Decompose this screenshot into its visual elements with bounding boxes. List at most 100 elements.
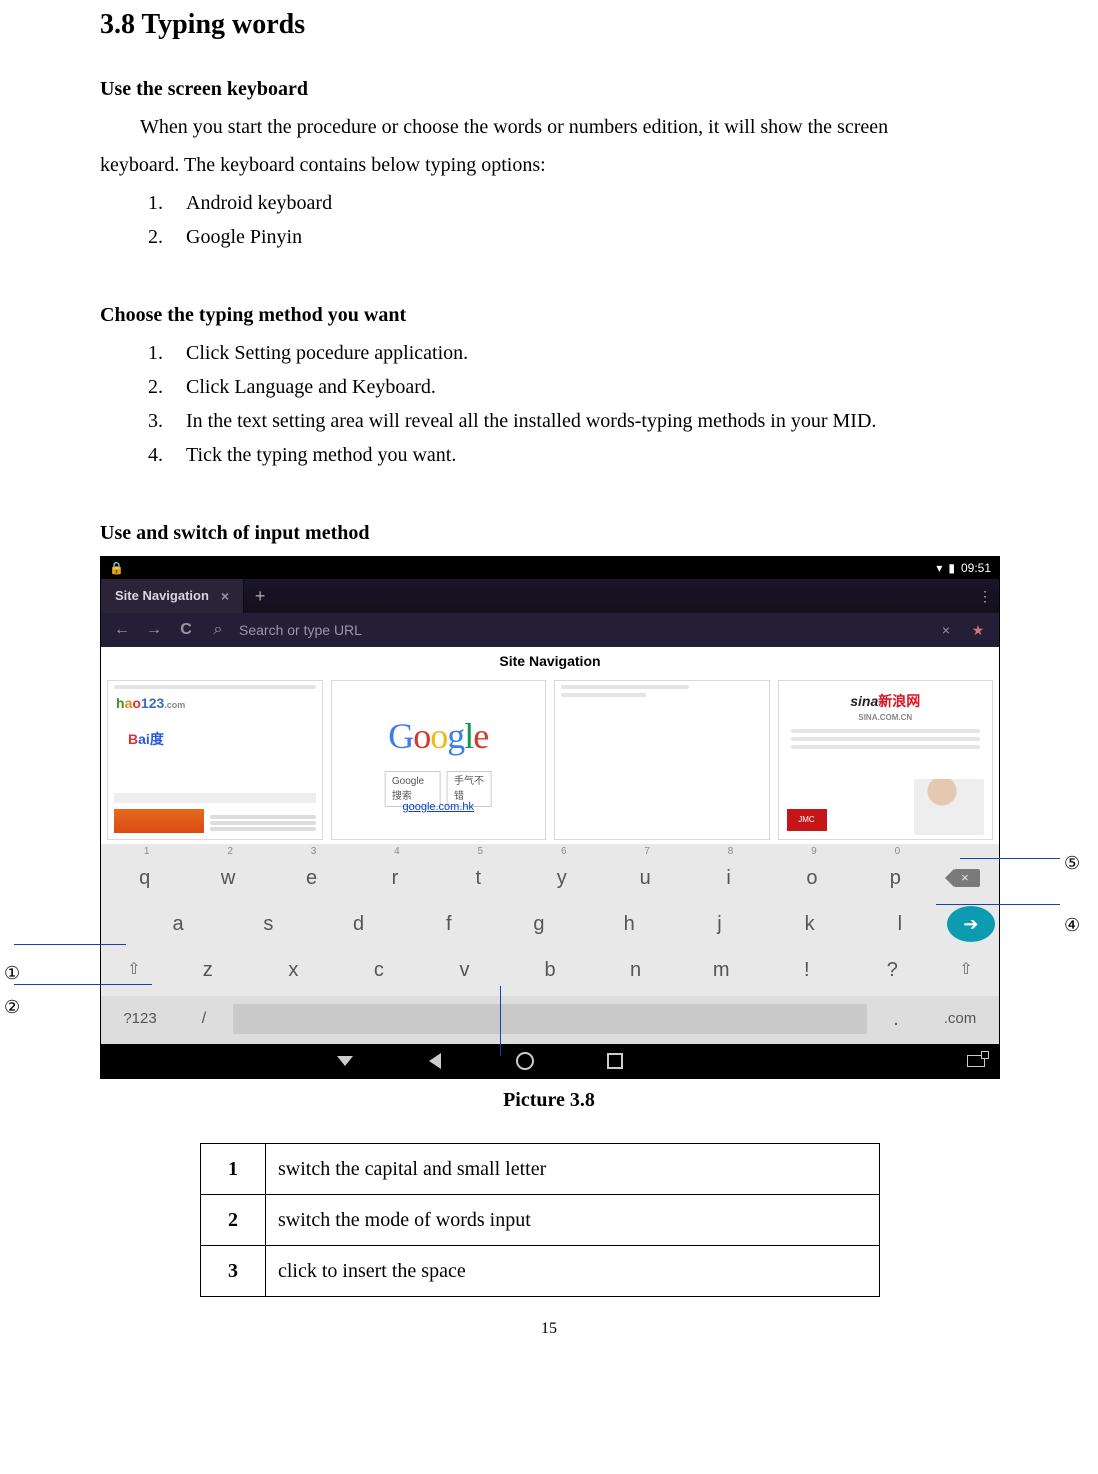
back-icon[interactable]: ←: [111, 618, 133, 642]
key-mode-switch[interactable]: ?123: [105, 1000, 175, 1038]
callout-2: ②: [4, 994, 20, 1021]
table-desc: click to insert the space: [266, 1246, 880, 1297]
key-u[interactable]: u: [605, 858, 684, 898]
key-m[interactable]: m: [680, 950, 762, 990]
key-k[interactable]: k: [767, 904, 853, 944]
google-logo: Google: [332, 709, 546, 763]
forward-icon[interactable]: →: [143, 618, 165, 642]
key-w[interactable]: w: [188, 858, 267, 898]
key-exclaim[interactable]: !: [766, 950, 848, 990]
key-j[interactable]: j: [676, 904, 762, 944]
key-r[interactable]: r: [355, 858, 434, 898]
reload-icon[interactable]: C: [175, 618, 197, 642]
key-dotcom[interactable]: .com: [925, 1000, 995, 1038]
nav-home-icon[interactable]: [515, 1051, 535, 1071]
nav-pip-icon[interactable]: [967, 1055, 985, 1067]
nav-down-icon[interactable]: [335, 1051, 355, 1071]
browser-tab[interactable]: Site Navigation ×: [101, 579, 244, 613]
table-row: 1 switch the capital and small letter: [201, 1144, 880, 1195]
key-shift-right[interactable]: ⇧: [937, 950, 995, 990]
close-tab-icon[interactable]: ×: [221, 586, 229, 607]
clear-url-icon[interactable]: ×: [935, 620, 957, 641]
wifi-icon: ▾: [936, 559, 942, 577]
key-g[interactable]: g: [496, 904, 582, 944]
on-screen-keyboard: 12 34 56 78 90 q w e r t y u i o: [101, 844, 999, 1044]
key-question[interactable]: ?: [852, 950, 934, 990]
table-index: 3: [201, 1246, 266, 1297]
page-heading: Site Navigation: [101, 647, 999, 674]
table-row: 2 switch the mode of words input: [201, 1195, 880, 1246]
android-nav-bar: [101, 1044, 999, 1078]
list-item: 3. In the text setting area will reveal …: [148, 406, 998, 436]
table-desc: switch the mode of words input: [266, 1195, 880, 1246]
new-tab-button[interactable]: +: [244, 579, 276, 613]
callout-4: ④: [1064, 912, 1080, 939]
key-backspace[interactable]: ×: [939, 858, 995, 898]
callout-1: ①: [4, 960, 20, 987]
lock-icon: 🔒: [109, 559, 124, 577]
list-item: 1. Android keyboard: [148, 188, 998, 218]
key-q[interactable]: q: [105, 858, 184, 898]
key-h[interactable]: h: [586, 904, 672, 944]
page-number: 15: [0, 1317, 1098, 1341]
bookmark-icon[interactable]: ★: [967, 620, 989, 641]
list-item: 2. Click Language and Keyboard.: [148, 372, 998, 402]
key-c[interactable]: c: [338, 950, 420, 990]
key-slash[interactable]: /: [179, 1000, 229, 1038]
overflow-menu-icon[interactable]: ⋮: [971, 579, 999, 613]
key-enter[interactable]: ➔: [947, 906, 995, 942]
table-row: 3 click to insert the space: [201, 1246, 880, 1297]
key-d[interactable]: d: [315, 904, 401, 944]
paragraph: When you start the procedure or choose t…: [100, 112, 998, 142]
key-period[interactable]: .: [871, 1000, 921, 1038]
table-desc: switch the capital and small letter: [266, 1144, 880, 1195]
table-index: 1: [201, 1144, 266, 1195]
subheading-screen-keyboard: Use the screen keyboard: [100, 74, 998, 104]
key-n[interactable]: n: [595, 950, 677, 990]
hao123-logo: hao123.com: [116, 693, 185, 714]
key-p[interactable]: p: [856, 858, 935, 898]
key-v[interactable]: v: [424, 950, 506, 990]
key-l[interactable]: l: [857, 904, 943, 944]
key-e[interactable]: e: [272, 858, 351, 898]
key-spacebar[interactable]: [233, 1004, 867, 1034]
key-f[interactable]: f: [406, 904, 492, 944]
key-x[interactable]: x: [253, 950, 335, 990]
speed-dial-tile-blank[interactable]: [554, 680, 770, 840]
url-input[interactable]: Search or type URL: [239, 620, 925, 641]
paragraph: keyboard. The keyboard contains below ty…: [100, 150, 998, 180]
person-image: [914, 779, 984, 835]
key-s[interactable]: s: [225, 904, 311, 944]
speed-dial-tile-google[interactable]: Google Google 搜索 手气不错 google.com.hk: [331, 680, 547, 840]
key-i[interactable]: i: [689, 858, 768, 898]
nav-back-icon[interactable]: [425, 1051, 445, 1071]
callout-5: ⑤: [1064, 850, 1080, 877]
reference-table: 1 switch the capital and small letter 2 …: [200, 1143, 880, 1297]
speed-dial-tile-hao123[interactable]: hao123.com Bai度: [107, 680, 323, 840]
speed-dial-grid: hao123.com Bai度 Google: [101, 674, 999, 844]
key-t[interactable]: t: [439, 858, 518, 898]
subheading-switch-input: Use and switch of input method: [100, 518, 998, 548]
browser-tab-bar: Site Navigation × + ⋮: [101, 579, 999, 613]
table-index: 2: [201, 1195, 266, 1246]
list-item: 1. Click Setting pocedure application.: [148, 338, 998, 368]
key-o[interactable]: o: [772, 858, 851, 898]
key-z[interactable]: z: [167, 950, 249, 990]
subheading-choose-method: Choose the typing method you want: [100, 300, 998, 330]
search-icon: ⌕: [207, 618, 229, 642]
status-time: 09:51: [961, 559, 991, 577]
callout-3: ③: [554, 1046, 570, 1073]
key-a[interactable]: a: [135, 904, 221, 944]
figure-caption: Picture 3.8: [100, 1085, 998, 1115]
typing-options-list: 1. Android keyboard 2. Google Pinyin: [100, 188, 998, 252]
nav-recents-icon[interactable]: [605, 1051, 625, 1071]
speed-dial-tile-sina[interactable]: sina新浪网 SINA.COM.CN JMC: [778, 680, 994, 840]
key-b[interactable]: b: [509, 950, 591, 990]
jmc-badge: JMC: [787, 809, 827, 831]
steps-list: 1. Click Setting pocedure application. 2…: [100, 338, 998, 470]
key-y[interactable]: y: [522, 858, 601, 898]
baidu-logo: Bai度: [128, 729, 164, 750]
browser-url-bar: ← → C ⌕ Search or type URL × ★: [101, 613, 999, 647]
screenshot-container: 🔒 ▾ ▮ 09:51 Site Navigation × + ⋮ ←: [100, 556, 1000, 1079]
tab-title: Site Navigation: [115, 586, 209, 606]
